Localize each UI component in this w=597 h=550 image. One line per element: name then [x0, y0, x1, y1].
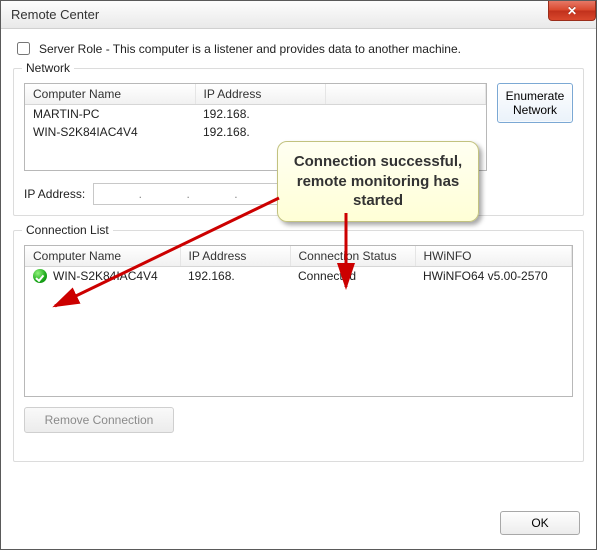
ok-button[interactable]: OK — [500, 511, 580, 535]
connection-list-table[interactable]: Computer Name IP Address Connection Stat… — [24, 245, 573, 397]
col-ip-address[interactable]: IP Address — [195, 84, 325, 105]
status-ok-icon — [33, 269, 47, 283]
window-title: Remote Center — [11, 7, 99, 22]
table-row[interactable]: MARTIN-PC 192.168. — [25, 105, 486, 124]
annotation-callout: Connection successful, remote monitoring… — [277, 141, 479, 222]
ok-label: OK — [531, 516, 548, 530]
ip-address-label: IP Address: — [24, 187, 85, 201]
close-icon: ✕ — [567, 4, 577, 18]
remove-connection-button[interactable]: Remove Connection — [24, 407, 174, 433]
dialog-content: Server Role - This computer is a listene… — [1, 29, 596, 486]
annotation-text: Connection successful, remote monitoring… — [294, 153, 462, 209]
connection-list-legend: Connection List — [22, 223, 113, 237]
remove-connection-label: Remove Connection — [45, 413, 154, 427]
cell-name: WIN-S2K84IAC4V4 — [53, 269, 158, 283]
cell-name: WIN-S2K84IAC4V4 — [25, 123, 195, 141]
close-button[interactable]: ✕ — [548, 1, 596, 21]
server-role-checkbox[interactable] — [17, 42, 30, 55]
network-legend: Network — [22, 61, 74, 75]
cell-status: Connected — [290, 267, 415, 286]
server-role-row[interactable]: Server Role - This computer is a listene… — [13, 39, 584, 58]
col-computer-name[interactable]: Computer Name — [25, 246, 180, 267]
cell-ip: 192.168. — [195, 105, 325, 124]
table-header-row: Computer Name IP Address — [25, 84, 486, 105]
enumerate-network-button[interactable]: Enumerate Network — [497, 83, 573, 123]
titlebar: Remote Center ✕ — [1, 1, 596, 29]
col-hwinfo[interactable]: HWiNFO — [415, 246, 572, 267]
cell-hwinfo: HWiNFO64 v5.00-2570 — [415, 267, 572, 286]
cell-ip: 192.168. — [180, 267, 290, 286]
cell-ip: 192.168. — [195, 123, 325, 141]
col-computer-name[interactable]: Computer Name — [25, 84, 195, 105]
col-connection-status[interactable]: Connection Status — [290, 246, 415, 267]
table-header-row: Computer Name IP Address Connection Stat… — [25, 246, 572, 267]
col-ip-address[interactable]: IP Address — [180, 246, 290, 267]
ip-address-input[interactable]: ... — [93, 183, 283, 205]
server-role-label: Server Role - This computer is a listene… — [39, 42, 461, 56]
enumerate-network-label: Enumerate Network — [498, 89, 572, 118]
table-row[interactable]: WIN-S2K84IAC4V4 192.168. Connected HWiNF… — [25, 267, 572, 286]
col-spacer — [325, 84, 486, 105]
connection-list-group: Connection List Computer Name IP Address… — [13, 230, 584, 462]
cell-name: MARTIN-PC — [25, 105, 195, 124]
table-row[interactable]: WIN-S2K84IAC4V4 192.168. — [25, 123, 486, 141]
